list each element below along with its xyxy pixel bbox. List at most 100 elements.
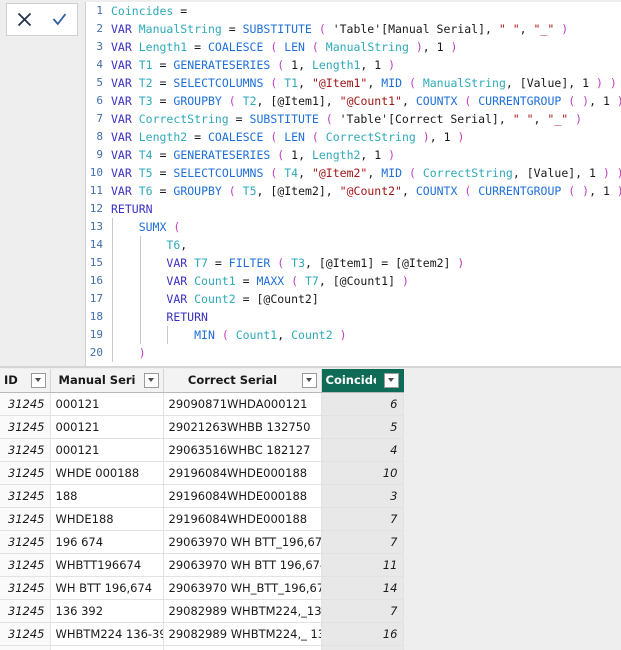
line-number: 8 xyxy=(96,130,103,143)
formula-commit-bar xyxy=(6,3,78,36)
header-label: Correct Serial xyxy=(187,373,278,388)
filter-dropdown-button-manual[interactable] xyxy=(143,372,159,388)
grid-body: 31245 000121 29090871WHDA000121 6 31245 00012… xyxy=(0,392,404,650)
cell-coin: 10 xyxy=(321,461,404,485)
grid-header-cell-manual[interactable]: Manual Serial xyxy=(50,369,164,393)
line-number: 7 xyxy=(96,112,103,125)
table-row[interactable]: 31245 000121 29063516WHBC 182127 4 xyxy=(0,438,404,462)
chevron-down-icon xyxy=(148,378,154,383)
cell-manual: WHBTM224 136-392 xyxy=(50,622,164,646)
line-number: 3 xyxy=(96,40,103,53)
data-grid-region: ID Manual Serial Correct Serial Coincides 3… xyxy=(0,369,621,650)
indent-guide xyxy=(139,290,141,308)
code-line: 5 VAR T2 = SELECTCOLUMNS ( T1, "@Item1", … xyxy=(86,74,621,92)
code-text: VAR Count1 = MAXX ( T7, [@Count1] ) xyxy=(110,272,621,290)
code-line: 8 VAR Length2 = COALESCE ( LEN ( CorrectS… xyxy=(86,128,621,146)
code-line: 7 VAR CorrectString = SUBSTITUTE ( 'Table… xyxy=(86,110,621,128)
table-row[interactable]: 31245136 39229082989 WHBTM224,_136-3927 xyxy=(0,599,404,623)
cell-correct: 29063970 WH BTT_196,674 xyxy=(163,530,322,554)
table-row[interactable]: 31245 WHDE 000188 29196084WHDE000188 10 xyxy=(0,461,404,485)
line-number: 20 xyxy=(89,346,103,359)
commit-button[interactable] xyxy=(46,6,74,34)
cell-correct: 29063516WHBC 182127 xyxy=(163,438,322,462)
grid-header-cell-correct[interactable]: Correct Serial xyxy=(163,369,322,393)
cell-coin: 16 xyxy=(321,622,404,646)
cell-coin: 7 xyxy=(321,530,404,554)
table-row[interactable]: 312452908 136-39229082989 WHBTM2 24,_136… xyxy=(0,645,404,650)
line-number: 10 xyxy=(89,166,103,179)
chevron-down-icon xyxy=(388,378,394,383)
cell-coin: 6 xyxy=(321,392,404,416)
cell-manual: 136 392 xyxy=(50,599,164,623)
code-text: RETURN xyxy=(111,202,153,216)
code-line: 14 T6, xyxy=(86,236,621,254)
cell-coin: 7 xyxy=(321,507,404,531)
code-text: RETURN xyxy=(110,308,621,326)
formula-editor-region: 1 Coincides = 2 VAR ManualString = SUBSTITU… xyxy=(0,0,621,368)
cell-correct: 29063970 WH_BTT_196,674 xyxy=(163,576,322,600)
cell-id: 31245 xyxy=(0,392,51,416)
indent-guide xyxy=(139,236,141,254)
grid-header-cell-coin[interactable]: Coincides xyxy=(321,369,404,393)
cell-correct: 29082989 WHBTM224,_136-392 xyxy=(163,599,322,623)
cell-id: 31245 xyxy=(0,530,51,554)
line-number: 18 xyxy=(89,310,103,323)
code-line: 4 VAR T1 = GENERATESERIES ( 1, Length1, 1… xyxy=(86,56,621,74)
indent-guide xyxy=(112,290,113,308)
grid-header-row: ID Manual Serial Correct Serial Coincides xyxy=(0,369,404,393)
table-row[interactable]: 31245 WHBTT196674 29063970 WH BTT 196,674 1… xyxy=(0,553,404,577)
header-label: Coincides xyxy=(325,373,376,388)
table-row[interactable]: 31245 196 674 29063970 WH BTT_196,674 7 xyxy=(0,530,404,554)
pane-divider[interactable] xyxy=(0,366,621,368)
code-text: VAR Count2 = [@Count2] xyxy=(110,290,621,308)
chevron-down-icon xyxy=(306,378,313,383)
line-number: 12 xyxy=(89,202,103,215)
cell-id: 31245 xyxy=(0,415,51,439)
cell-id: 31245 xyxy=(0,645,51,650)
code-text: VAR Length1 = COALESCE ( LEN ( ManualStr… xyxy=(111,40,458,54)
code-line: 15 VAR T7 = FILTER ( T3, [@Item1] = [@It… xyxy=(86,254,621,272)
header-cell-inner: Manual Serial xyxy=(55,369,159,392)
code-line: 1 Coincides = xyxy=(86,2,621,20)
filter-dropdown-button-id[interactable] xyxy=(30,372,46,388)
table-row[interactable]: 31245 WH BTT 196,674 29063970 WH_BTT_196,6… xyxy=(0,576,404,600)
indent-guide xyxy=(112,272,113,290)
code-text: VAR Length2 = COALESCE ( LEN ( CorrectSt… xyxy=(111,130,465,144)
line-number: 11 xyxy=(89,184,103,197)
cell-correct: 29021263WHBB 132750 xyxy=(163,415,322,439)
line-number: 9 xyxy=(96,148,103,161)
cell-manual: 000121 xyxy=(50,392,164,416)
table-row[interactable]: 31245 000121 29090871WHDA000121 6 xyxy=(0,392,404,416)
cell-coin: 7 xyxy=(321,599,404,623)
code-text: ) xyxy=(110,344,621,362)
grid-header-cell-id[interactable]: ID xyxy=(0,369,51,393)
code-text: VAR T5 = SELECTCOLUMNS ( T4, "@Item2", M… xyxy=(111,166,621,180)
table-row[interactable]: 31245 WHDE188 29196084WHDE000188 7 xyxy=(0,507,404,531)
line-number: 17 xyxy=(89,292,103,305)
line-number: 13 xyxy=(89,220,103,233)
table-row[interactable]: 31245 WHBTM224 136-392 29082989 WHBTM224,_… xyxy=(0,622,404,646)
cell-manual: WHDE 000188 xyxy=(50,461,164,485)
filter-dropdown-button-coin[interactable] xyxy=(383,372,399,388)
cell-id: 31245 xyxy=(0,438,51,462)
table-row[interactable]: 31245 000121 29021263WHBB 132750 5 xyxy=(0,415,404,439)
cell-manual: WH BTT 196,674 xyxy=(50,576,164,600)
cancel-button[interactable] xyxy=(11,6,39,34)
x-icon xyxy=(17,12,32,27)
cell-correct: 29090871WHDA000121 xyxy=(163,392,322,416)
code-line: 12 RETURN xyxy=(86,200,621,218)
code-line: 3 VAR Length1 = COALESCE ( LEN ( ManualSt… xyxy=(86,38,621,56)
table-row[interactable]: 31245 188 29196084WHDE000188 3 xyxy=(0,484,404,508)
cell-correct: 29196084WHDE000188 xyxy=(163,484,322,508)
cell-id: 31245 xyxy=(0,553,51,577)
cell-id: 31245 xyxy=(0,507,51,531)
code-text: MIN ( Count1, Count2 ) xyxy=(110,326,621,344)
dax-code-editor[interactable]: 1 Coincides = 2 VAR ManualString = SUBSTITU… xyxy=(85,2,621,366)
filter-dropdown-button-correct[interactable] xyxy=(301,372,317,388)
cell-id: 31245 xyxy=(0,576,51,600)
header-cell-inner: Correct Serial xyxy=(168,369,317,392)
cell-id: 31245 xyxy=(0,622,51,646)
indent-guide xyxy=(112,344,113,362)
cell-correct: 29082989 WHBTM2 24,_136-392 xyxy=(163,645,322,650)
line-number: 6 xyxy=(96,94,103,107)
